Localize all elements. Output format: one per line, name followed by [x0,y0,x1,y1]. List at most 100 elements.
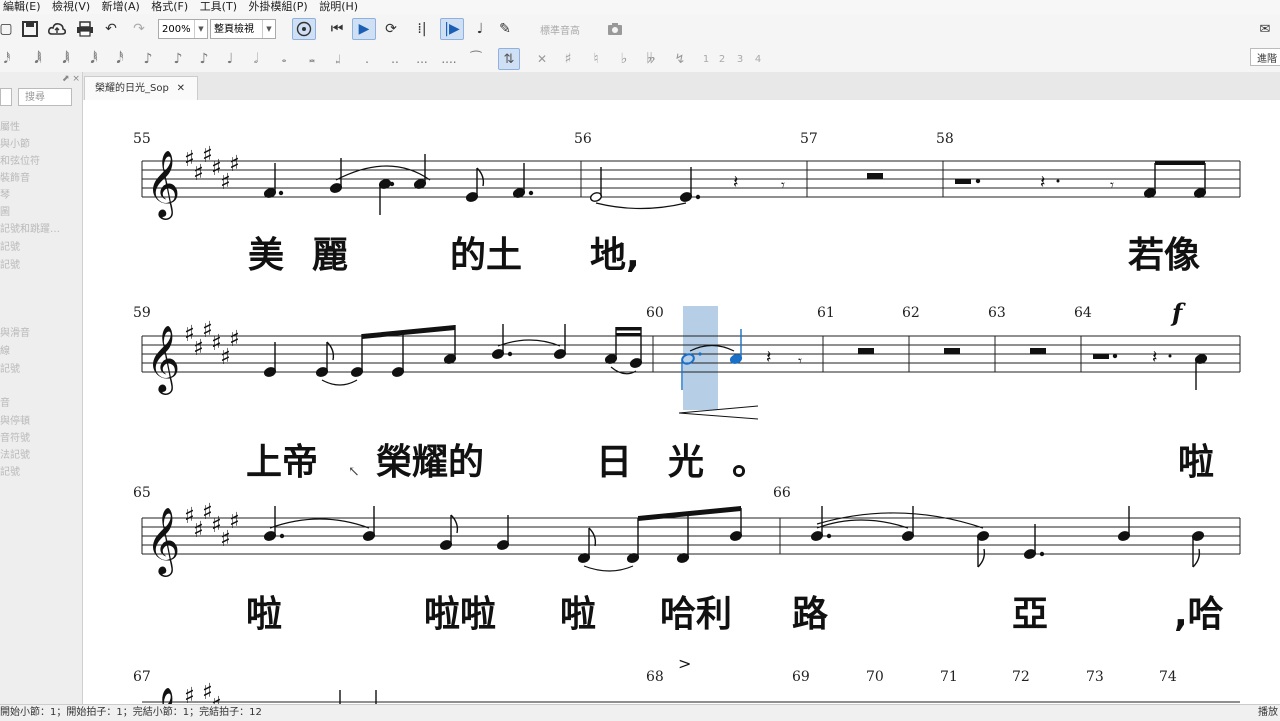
save-icon[interactable] [20,18,40,40]
eighth-note-icon[interactable]: ♪ [170,48,186,70]
half-rest[interactable] [955,179,971,184]
lyric[interactable]: 的土 [450,235,522,276]
tie-icon[interactable]: ⁀ [466,48,486,70]
whole-rest[interactable] [1030,348,1046,354]
quarter-note-icon[interactable]: ♩ [222,48,238,70]
lyric[interactable]: 上帝 [246,442,318,483]
loop-icon[interactable]: ⟳ [380,18,402,40]
whole-rest[interactable] [867,173,883,179]
play-icon[interactable]: ▶ [352,18,376,40]
close-icon[interactable]: ✕ [177,77,185,101]
flip-stem-icon[interactable]: ↯ [672,48,688,70]
palette-item[interactable]: 圖 [0,203,80,218]
palette-item[interactable]: 線 [0,342,80,357]
menu-view[interactable]: 檢視(V) [49,0,95,14]
triple-dot-icon[interactable]: ... [414,48,430,70]
16th-note-icon[interactable]: 𝅘𝅥𝅰 [112,48,128,70]
double-flat-icon[interactable]: 𝄫 [642,48,660,70]
lyric[interactable]: 若像 [1128,235,1200,276]
dynamic-forte[interactable]: f [1170,298,1186,327]
palette-item[interactable]: 和弦位符 [0,152,80,167]
rewind-icon[interactable]: ⏮ [326,18,348,40]
64th-note-icon[interactable]: 𝅘𝅥𝅲 [58,48,74,70]
sharp-icon[interactable]: ♯ [560,48,576,70]
lyric[interactable]: 榮耀的 [376,442,484,483]
mail-icon[interactable]: ✉ [1250,18,1280,40]
midi-input-icon[interactable]: ✎ [494,18,516,40]
note-input-mode-icon[interactable]: 𝅘𝅥𝅰 [2,48,12,70]
palette-item[interactable]: 音符號 [0,429,80,444]
concert-pitch-button[interactable]: 標準音高 [532,18,588,40]
lyric[interactable]: 麗 [312,235,348,276]
menu-edit[interactable]: 編輯(E) [0,0,46,14]
pan-score-icon[interactable]: |▶ [440,18,464,40]
natural-icon[interactable]: ♮ [588,48,604,70]
flip-direction-icon[interactable]: ⇅ [498,48,520,70]
voice-4-button[interactable]: 4 [752,48,764,70]
palette-item[interactable]: 音 [0,394,80,409]
repeat-toggle-icon[interactable]: ⁞| [410,18,434,40]
voice-1-button[interactable]: 1 [700,48,712,70]
menu-help[interactable]: 說明(H) [316,0,363,14]
upload-cloud-icon[interactable] [46,18,68,40]
lyric[interactable]: 路 [792,594,829,635]
whole-rest[interactable] [944,348,960,354]
lyric[interactable]: 光 [668,442,704,483]
palette-item[interactable]: 與小節 [0,135,80,150]
lyric[interactable]: 。 [732,442,768,483]
lyric[interactable]: 日 [596,442,632,483]
new-file-icon[interactable]: ▢ [0,18,13,40]
flat-icon[interactable]: ♭ [616,48,632,70]
palette-item[interactable]: 記號 [0,360,80,375]
whole-note-icon[interactable]: 𝅝 [276,48,292,70]
lyric[interactable]: 地, [590,235,640,276]
half-rest[interactable] [1093,354,1109,359]
dot-icon[interactable]: . [360,48,374,70]
palette-item[interactable]: 法記號 [0,446,80,461]
quad-dot-icon[interactable]: .... [440,48,458,70]
voice-3-button[interactable]: 3 [734,48,746,70]
lyric[interactable]: ,哈 [1174,594,1224,635]
breve-note-icon[interactable]: 𝅜 [304,48,320,70]
voice-2-button[interactable]: 2 [716,48,728,70]
print-icon[interactable] [74,18,96,40]
palette-item[interactable]: 記號和跳躍… [0,220,80,235]
tab-score[interactable]: 榮耀的日光_Sop ✕ [84,76,198,100]
menu-add[interactable]: 新增(A) [99,0,145,14]
lyric[interactable]: 亞 [1012,594,1048,635]
lyric[interactable]: 啦 [246,594,282,635]
palette-item[interactable]: 琴 [0,186,80,201]
view-mode-select[interactable]: 整頁檢視 ▼ [210,19,276,39]
lyric[interactable]: 啦 [1178,442,1214,483]
score-canvas[interactable]: 𝄞 ♯ ♯ ♯ ♯ ♯ ♯ 55 56 57 58 𝄽 𝄾 𝄽 𝄾 美 麗 的土… [83,100,1280,721]
panel-undock-icon[interactable]: ⬈ × [62,74,80,84]
palette-item[interactable]: 記號 [0,238,80,253]
half-note-icon[interactable]: 𝅗𝅥 [248,48,264,70]
128th-note-icon[interactable]: 𝅘𝅥𝅲 [30,48,46,70]
lyric[interactable]: 美 [248,235,284,276]
redo-icon[interactable]: ↷ [128,18,150,40]
metronome-icon[interactable]: ♩ [470,18,490,40]
palette-menu-button[interactable] [0,88,12,106]
metronome-toggle-icon[interactable] [292,18,316,40]
lyric[interactable]: 啦啦 [424,594,496,635]
palette-item[interactable]: 與停頓 [0,412,80,427]
undo-icon[interactable]: ↶ [100,18,122,40]
advanced-button[interactable]: 進階 [1250,48,1280,66]
palette-item[interactable]: 記號 [0,256,80,271]
palette-item[interactable]: 屬性 [0,118,80,133]
palette-search-input[interactable]: 搜尋 [18,88,72,106]
32nd-note-icon[interactable]: 𝅘𝅥𝅱 [86,48,102,70]
lyric[interactable]: 哈利 [660,594,732,635]
double-sharp-icon[interactable]: ✕ [534,48,550,70]
menu-plugins[interactable]: 外掛模組(P) [246,0,313,14]
camera-icon[interactable] [604,18,626,40]
menu-format[interactable]: 格式(F) [148,0,193,14]
palette-item[interactable]: 與滑音 [0,324,80,339]
double-dot-icon[interactable]: .. [388,48,402,70]
menu-tools[interactable]: 工具(T) [197,0,242,14]
eighth-note-icon[interactable]: ♪ [196,48,212,70]
longa-note-icon[interactable]: 𝆷 [330,48,346,70]
palette-item[interactable]: 裝飾音 [0,169,80,184]
accent-mark[interactable]: > [678,654,691,673]
